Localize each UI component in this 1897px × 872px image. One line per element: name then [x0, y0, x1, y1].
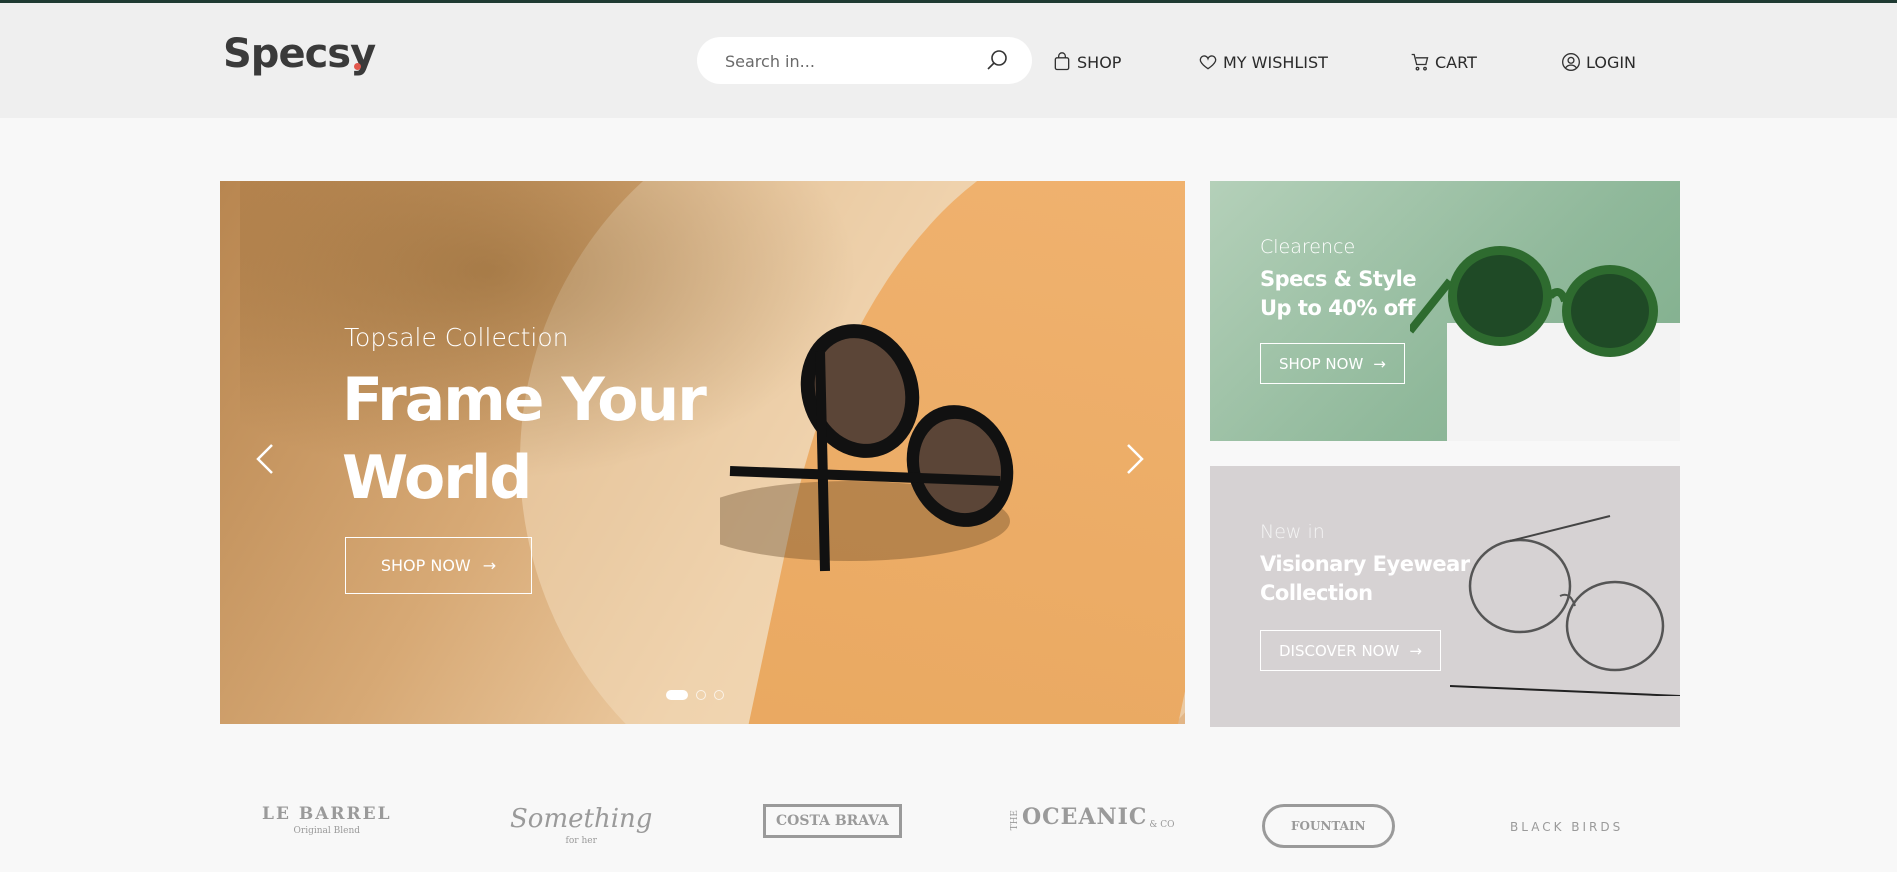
nav-shop-label: SHOP — [1077, 52, 1122, 72]
hero-button-label: SHOP NOW — [380, 556, 471, 575]
promo-banner-clearance[interactable]: Clearence Specs & Style Up to 40% off SH… — [1210, 181, 1680, 441]
nav-shop[interactable]: SHOP — [1052, 50, 1121, 74]
brand-tagline: for her — [565, 836, 597, 846]
promo-title-line2: Collection — [1260, 581, 1373, 605]
wire-glasses-image — [1450, 515, 1680, 696]
carousel-dot-3[interactable] — [714, 690, 724, 700]
brand-logo-oceanic[interactable]: THE OCEANIC & CO — [1010, 804, 1175, 830]
hero-shop-now-button[interactable]: SHOP NOW → — [345, 537, 532, 594]
arrow-right-icon: → — [1409, 641, 1422, 660]
nav-cart-label: CART — [1435, 52, 1477, 72]
green-glasses-image — [1410, 246, 1658, 357]
brand-prefix: THE — [1010, 809, 1020, 830]
arrow-right-icon: → — [1373, 354, 1386, 373]
nav-wishlist[interactable]: MY WISHLIST — [1198, 50, 1328, 74]
search-bar — [697, 37, 1032, 84]
brand-logo-strip: LE BARREL Original Blend Something for h… — [220, 800, 1680, 872]
carousel-dot-1[interactable] — [666, 690, 688, 700]
promo-title-line2: Up to 40% off — [1260, 296, 1415, 320]
nav-wishlist-label: MY WISHLIST — [1223, 52, 1328, 72]
promo-shop-now-button[interactable]: SHOP NOW → — [1260, 343, 1405, 384]
search-input[interactable] — [725, 49, 975, 73]
brand-name: FOUNTAIN — [1262, 804, 1395, 848]
brand-name: LE BARREL — [262, 804, 392, 824]
hero-title: Frame Your World — [342, 365, 707, 513]
promo-discover-now-button[interactable]: DISCOVER NOW → — [1260, 630, 1441, 671]
promo-button-label: SHOP NOW — [1279, 354, 1364, 373]
brand-logo-costa-brava[interactable]: COSTA BRAVA — [763, 804, 902, 838]
brand-name: Something — [510, 804, 653, 834]
nav-login-label: LOGIN — [1586, 52, 1637, 72]
site-header: Specsy SHOP MY WISHLIST CART — [0, 3, 1897, 118]
nav-cart[interactable]: CART — [1410, 50, 1477, 74]
carousel-dot-2[interactable] — [696, 690, 706, 700]
brand-logo-black-birds[interactable]: BLACK BIRDS — [1510, 820, 1623, 834]
arrow-right-icon: → — [482, 556, 497, 575]
promo-subtitle: New in — [1260, 521, 1325, 543]
hero-carousel: Topsale Collection Frame Your World SHOP… — [220, 181, 1185, 724]
brand-name: COSTA BRAVA — [763, 804, 902, 838]
logo-dot — [354, 63, 361, 70]
brand-tagline: Original Blend — [293, 826, 361, 836]
cart-icon — [1411, 53, 1429, 71]
sunglasses-image — [720, 324, 1014, 572]
brand-logo-fountain[interactable]: FOUNTAIN — [1262, 804, 1395, 848]
heart-icon — [1199, 55, 1217, 70]
logo[interactable]: Specsy — [223, 31, 376, 77]
carousel-dots — [666, 690, 724, 700]
carousel-next-icon[interactable] — [1120, 439, 1150, 479]
carousel-prev-icon[interactable] — [250, 439, 280, 479]
nav-login[interactable]: LOGIN — [1561, 50, 1636, 74]
shopping-bag-icon — [1054, 52, 1070, 71]
promo-title-line1: Visionary Eyewear — [1260, 552, 1470, 576]
promo-button-label: DISCOVER NOW — [1279, 641, 1400, 660]
brand-name: OCEANIC — [1022, 804, 1148, 830]
brand-logo-le-barrel[interactable]: LE BARREL Original Blend — [262, 804, 392, 836]
search-icon[interactable] — [985, 48, 1009, 72]
promo-title-line1: Specs & Style — [1260, 267, 1417, 291]
promo-subtitle: Clearence — [1260, 236, 1356, 258]
hero-subtitle: Topsale Collection — [344, 323, 569, 352]
brand-logo-something[interactable]: Something for her — [510, 804, 652, 846]
promo-banner-new-in[interactable]: New in Visionary Eyewear Collection DISC… — [1210, 466, 1680, 727]
brand-name: BLACK BIRDS — [1510, 820, 1624, 834]
user-icon — [1562, 53, 1580, 71]
brand-tagline: & CO — [1149, 820, 1175, 830]
